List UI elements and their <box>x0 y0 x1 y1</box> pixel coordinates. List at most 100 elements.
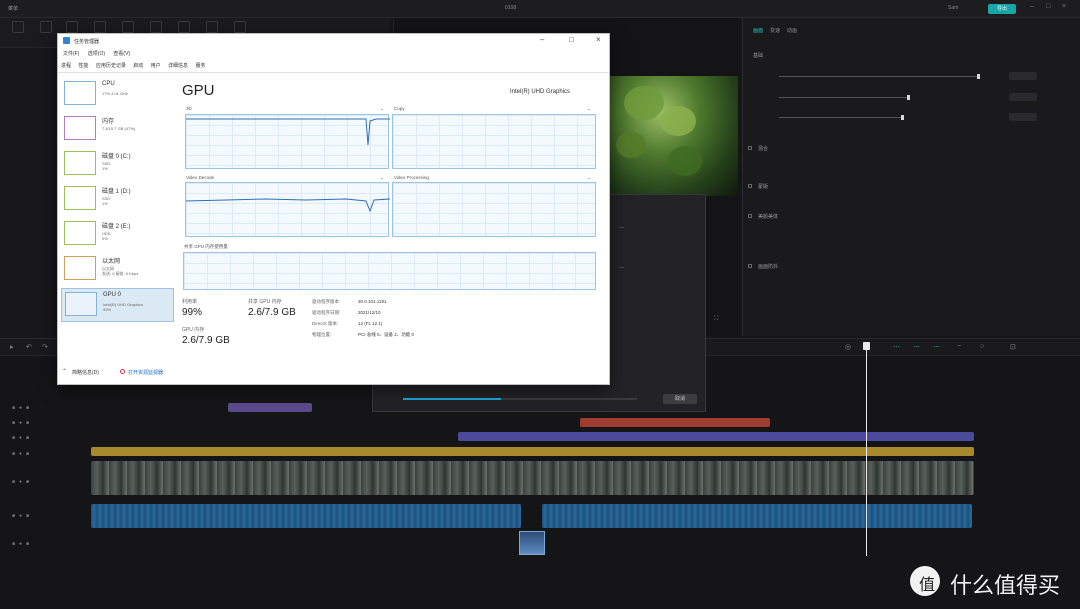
graph-processing-label[interactable]: Video Processing <box>394 175 429 180</box>
track-controls[interactable]: ■●■ <box>12 420 33 426</box>
stabilize-checkbox[interactable] <box>748 264 752 268</box>
sidebar-item-disk-2[interactable]: 磁盘 2 (E:) HDD 0% <box>61 218 174 252</box>
task-manager-titlebar[interactable]: 任务管理器 – □ × <box>58 34 609 48</box>
graph-chevron[interactable]: ⌄ <box>380 106 384 112</box>
zoom-icon[interactable]: ○ <box>980 343 984 350</box>
sidebar-item-disk-0[interactable]: 磁盘 0 (C:) SSD 1% <box>61 148 174 182</box>
scale-value-field[interactable] <box>1009 72 1037 80</box>
menu-view[interactable]: 查看(V) <box>113 51 130 57</box>
menu-options[interactable]: 选项(O) <box>88 51 105 57</box>
editor-account[interactable]: Sam <box>948 5 958 11</box>
effect-clip[interactable] <box>580 418 770 427</box>
graph-3d-line <box>186 118 390 146</box>
track-controls[interactable]: ■●■ <box>12 479 33 485</box>
tab-animation[interactable]: 动画 <box>787 28 797 34</box>
filter-icon[interactable] <box>178 21 190 33</box>
close-icon[interactable]: × <box>596 35 601 44</box>
transition-icon[interactable] <box>150 21 162 33</box>
position-x-slider[interactable] <box>779 95 910 100</box>
template-icon[interactable] <box>234 21 246 33</box>
slider-knob[interactable] <box>977 74 980 79</box>
graph-chevron[interactable]: ⌄ <box>587 175 591 181</box>
sidebar-item-memory[interactable]: 内存 7.4/15.7 GB (47%) <box>61 113 174 147</box>
track-controls[interactable]: ■●■ <box>12 405 33 411</box>
position-x-field[interactable] <box>1009 93 1037 101</box>
mask-checkbox[interactable] <box>748 184 752 188</box>
open-resource-monitor-link[interactable]: 打开资源监视器 <box>128 369 163 376</box>
track-controls[interactable]: ■●■ <box>12 435 33 441</box>
graph-3d-label[interactable]: 3D <box>186 106 192 111</box>
tab-users[interactable]: 用户 <box>151 63 161 69</box>
minimize-icon[interactable]: – <box>1030 3 1034 10</box>
graph-copy-label[interactable]: Copy <box>394 106 405 111</box>
graph-decode-label[interactable]: Video Decode <box>186 175 214 180</box>
gpu-mini-graph <box>65 292 97 316</box>
zoom-out-icon[interactable]: − <box>957 343 961 350</box>
text-clip[interactable] <box>458 432 974 441</box>
snap-icon[interactable]: ⋯ <box>893 343 900 351</box>
sticker-icon[interactable] <box>94 21 106 33</box>
adjust-icon[interactable] <box>206 21 218 33</box>
sidebar-item-gpu[interactable]: GPU 0 Intel(R) UHD Graphics 99% <box>61 288 174 322</box>
audio-thumbnail[interactable] <box>519 531 545 555</box>
blend-checkbox[interactable] <box>748 146 752 150</box>
select-tool-icon[interactable]: ▸ <box>10 343 14 351</box>
track-controls[interactable]: ■●■ <box>12 451 33 457</box>
dialog-text: — <box>619 265 624 271</box>
beauty-checkbox[interactable] <box>748 214 752 218</box>
slider-knob[interactable] <box>907 95 910 100</box>
export-button[interactable]: 导出 <box>988 4 1016 14</box>
undo-icon[interactable]: ↶ <box>26 343 32 351</box>
cancel-button[interactable]: 取消 <box>663 394 697 404</box>
filter-clip[interactable] <box>91 447 974 456</box>
close-icon[interactable]: × <box>1062 3 1066 10</box>
fit-icon[interactable]: ⊡ <box>1010 343 1016 351</box>
graph-chevron[interactable]: ⌄ <box>587 106 591 112</box>
maximize-icon[interactable]: □ <box>569 35 574 44</box>
graph-chevron[interactable]: ⌄ <box>380 175 384 181</box>
ethernet-mini-graph <box>64 256 96 280</box>
record-icon[interactable]: ◎ <box>845 343 851 351</box>
track-controls[interactable]: ■●■ <box>12 541 33 547</box>
tab-app-history[interactable]: 应用历史记录 <box>96 63 126 69</box>
fullscreen-icon[interactable]: ⛶ <box>714 316 718 323</box>
slider-knob[interactable] <box>901 115 904 120</box>
playhead[interactable] <box>866 346 867 556</box>
audio-icon[interactable] <box>40 21 52 33</box>
sidebar-item-disk-1[interactable]: 磁盘 1 (D:) SSD 1% <box>61 183 174 217</box>
tab-startup[interactable]: 启动 <box>133 63 143 69</box>
menu-file[interactable]: 文件(F) <box>63 51 79 57</box>
property-mask: 蒙版 <box>758 184 769 190</box>
audio-clip[interactable] <box>91 504 521 528</box>
disk-mini-graph <box>64 151 96 175</box>
audio-clip[interactable] <box>542 504 972 528</box>
sidebar-item-label: 磁盘 0 (C:) <box>102 154 131 160</box>
video-clip[interactable] <box>91 461 974 495</box>
tab-performance[interactable]: 性能 <box>78 63 88 69</box>
tab-speed[interactable]: 变速 <box>770 28 780 34</box>
fewer-details-link[interactable]: 简略信息(D) <box>72 369 99 376</box>
minimize-icon[interactable]: – <box>540 35 544 44</box>
track-controls[interactable]: ■●■ <box>12 513 33 519</box>
scale-slider[interactable] <box>779 74 980 79</box>
sidebar-item-ethernet[interactable]: 以太网 以太网 发送: 0 接收: 0 Kbps <box>61 253 174 287</box>
redo-icon[interactable]: ↷ <box>42 343 48 351</box>
tab-services[interactable]: 服务 <box>195 63 205 69</box>
collapse-icon[interactable]: ⌃ <box>62 368 67 375</box>
preview-axis-icon[interactable]: ⋯ <box>933 343 940 351</box>
tab-details[interactable]: 详细信息 <box>168 63 188 69</box>
tab-processes[interactable]: 进程 <box>61 63 71 69</box>
maximize-icon[interactable]: □ <box>1046 3 1050 10</box>
tab-canvas[interactable]: 画面 <box>753 28 763 34</box>
gpu-heading: GPU <box>182 82 215 99</box>
text-clip[interactable] <box>228 403 312 412</box>
effects-icon[interactable] <box>122 21 134 33</box>
position-y-field[interactable] <box>1009 113 1037 121</box>
playhead-handle[interactable] <box>863 342 870 350</box>
media-icon[interactable] <box>12 21 24 33</box>
text-icon[interactable] <box>66 21 78 33</box>
link-icon[interactable]: ⋯ <box>913 343 920 351</box>
sidebar-item-cpu[interactable]: CPU 17% 3.01 GHz <box>61 78 174 112</box>
editor-menu[interactable]: 菜单 <box>8 5 18 12</box>
position-y-slider[interactable] <box>779 115 904 120</box>
